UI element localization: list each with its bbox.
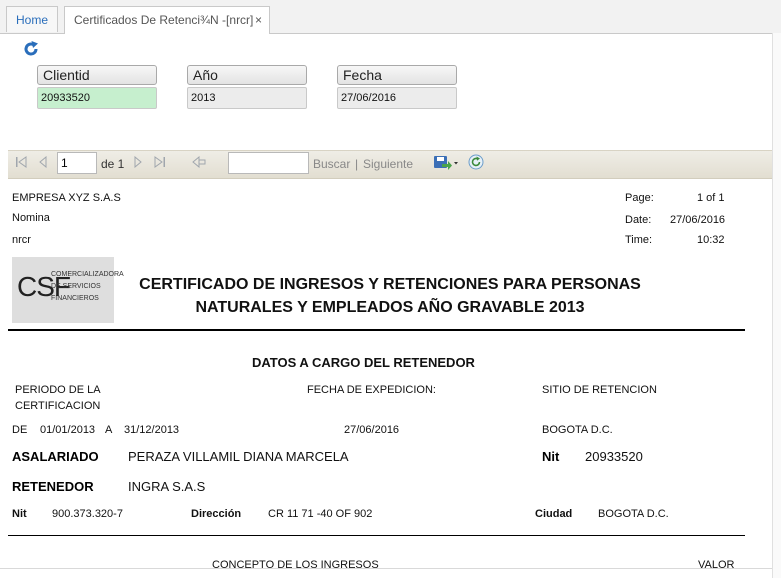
- asalariado-name: PERAZA VILLAMIL DIANA MARCELA: [128, 449, 349, 464]
- first-page-icon[interactable]: [15, 156, 29, 168]
- divider: [8, 329, 745, 331]
- date-label: Date:: [625, 214, 652, 226]
- page-number-input[interactable]: [57, 152, 97, 174]
- report-user: nrcr: [12, 234, 31, 246]
- vertical-scrollbar[interactable]: [772, 33, 781, 578]
- find-next-button[interactable]: Siguiente: [363, 157, 413, 171]
- anio-label: Año: [187, 65, 307, 85]
- section-title: DATOS A CARGO DEL RETENEDOR: [252, 355, 475, 370]
- fecha-field[interactable]: 27/06/2016: [337, 87, 457, 109]
- retenedor-label: RETENEDOR: [12, 479, 94, 494]
- tab-home[interactable]: Home: [6, 6, 58, 32]
- company-name: EMPRESA XYZ S.A.S: [12, 192, 121, 204]
- toolbar-separator: |: [355, 157, 359, 171]
- retenedor-nit: 900.373.320-7: [52, 508, 123, 520]
- time-value: 10:32: [697, 234, 725, 246]
- horizontal-scrollbar[interactable]: [0, 568, 781, 579]
- export-icon[interactable]: [433, 155, 459, 170]
- date-value: 27/06/2016: [670, 214, 726, 226]
- clientid-label: Clientid: [37, 65, 157, 85]
- page-value: 1 of 1: [697, 192, 725, 204]
- ciudad: BOGOTA D.C.: [598, 508, 669, 520]
- page-count-label: de 1: [101, 157, 125, 171]
- asalariado-nit-label: Nit: [542, 449, 560, 464]
- divider-2: [8, 535, 745, 536]
- company-logo: CSF COMERCIALIZADORA DE SERVICIOS FINANC…: [12, 257, 124, 323]
- time-label: Time:: [625, 234, 653, 246]
- tab-certificados[interactable]: Certificados De Retenci¾N -[nrcr] ×: [64, 6, 270, 34]
- direccion: CR 11 71 -40 OF 902: [268, 508, 373, 520]
- asalariado-label: ASALARIADO: [12, 449, 99, 464]
- report-nomina: Nomina: [12, 212, 50, 224]
- retenedor-name: INGRA S.A.S: [128, 479, 206, 494]
- logo-text: COMERCIALIZADORA DE SERVICIOS FINANCIERO…: [51, 271, 124, 302]
- find-input[interactable]: [228, 152, 309, 174]
- anio-field[interactable]: 2013: [187, 87, 307, 109]
- periodo-label-2: CERTIFICACION: [15, 400, 101, 412]
- close-icon[interactable]: ×: [255, 7, 262, 33]
- periodo-label-1: PERIODO DE LA: [15, 384, 101, 396]
- retenedor-nit-label: Nit: [12, 508, 27, 520]
- sitio-retencion-label: SITIO DE RETENCION: [542, 384, 657, 396]
- prev-page-icon[interactable]: [37, 156, 49, 168]
- report-refresh-icon[interactable]: [468, 154, 484, 170]
- page-label: Page:: [625, 192, 654, 204]
- fecha-expedicion: 27/06/2016: [344, 424, 400, 436]
- last-page-icon[interactable]: [152, 156, 166, 168]
- sitio-retencion: BOGOTA D.C.: [542, 424, 613, 436]
- periodo-a-label: A: [105, 424, 113, 436]
- asalariado-nit: 20933520: [585, 449, 643, 464]
- back-icon[interactable]: [192, 156, 206, 168]
- ciudad-label: Ciudad: [535, 508, 573, 520]
- tab-certificados-label: Certificados De Retenci¾N -[nrcr]: [74, 13, 254, 27]
- direccion-label: Dirección: [191, 508, 242, 520]
- fecha-label: Fecha: [337, 65, 457, 85]
- periodo-de-label: DE: [12, 424, 28, 436]
- find-button[interactable]: Buscar: [313, 157, 350, 171]
- fecha-expedicion-label: FECHA DE EXPEDICION:: [307, 384, 436, 396]
- certificate-title-line2: NATURALES Y EMPLEADOS AÑO GRAVABLE 2013: [195, 299, 585, 316]
- clientid-field[interactable]: 20933520: [37, 87, 157, 109]
- refresh-icon[interactable]: [22, 40, 40, 58]
- certificate-title-line1: CERTIFICADO DE INGRESOS Y RETENCIONES PA…: [139, 276, 641, 293]
- next-page-icon[interactable]: [132, 156, 144, 168]
- periodo-desde: 01/01/2013: [40, 424, 96, 436]
- periodo-hasta: 31/12/2013: [124, 424, 180, 436]
